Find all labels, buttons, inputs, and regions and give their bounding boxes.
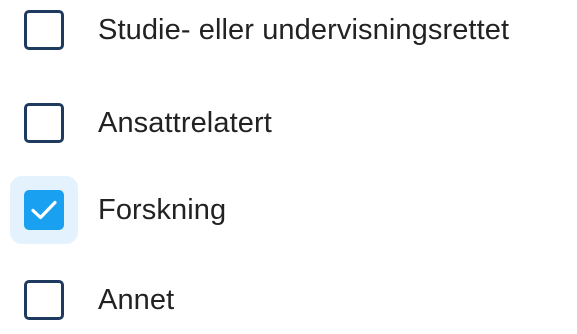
checkbox-focus-highlight — [10, 176, 78, 244]
checkbox-studie-undervisning[interactable] — [24, 10, 64, 50]
check-icon — [31, 200, 57, 220]
checkbox-wrapper — [10, 89, 78, 157]
option-studie-undervisning[interactable]: Studie- eller undervisningsrettet — [10, 0, 570, 64]
checkbox-wrapper — [10, 266, 78, 334]
checkbox-annet[interactable] — [24, 280, 64, 320]
option-label: Studie- eller undervisningsrettet — [98, 13, 510, 46]
option-label: Annet — [98, 283, 175, 316]
checkbox-wrapper — [10, 0, 78, 64]
checkbox-forskning[interactable] — [24, 190, 64, 230]
option-forskning[interactable]: Forskning — [10, 176, 570, 244]
option-label: Ansattrelatert — [98, 106, 272, 139]
checkbox-group: Studie- eller undervisningsrettet Ansatt… — [0, 0, 577, 325]
checkbox-ansattrelatert[interactable] — [24, 103, 64, 143]
option-ansattrelatert[interactable]: Ansattrelatert — [10, 89, 570, 157]
option-label: Forskning — [98, 193, 227, 226]
option-annet[interactable]: Annet — [10, 266, 570, 334]
